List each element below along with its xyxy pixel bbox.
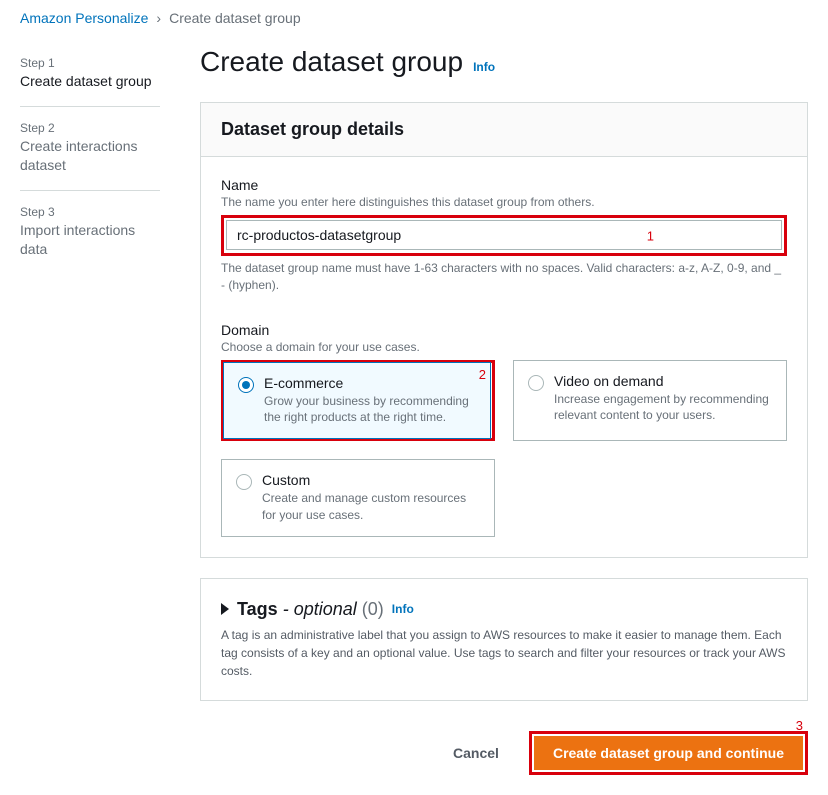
step-label: Step 1 [20, 56, 160, 70]
annotation-1: 1 [647, 228, 654, 243]
domain-tile-video[interactable]: Video on demand Increase engagement by r… [513, 360, 787, 442]
name-desc: The name you enter here distinguishes th… [221, 195, 787, 209]
tile-desc: Create and manage custom resources for y… [262, 490, 480, 524]
tags-desc: A tag is an administrative label that yo… [221, 626, 787, 680]
annotation-box-1: 1 [221, 215, 787, 256]
caret-right-icon[interactable] [221, 603, 229, 615]
tags-info-link[interactable]: Info [392, 602, 414, 616]
dataset-group-details-panel: Dataset group details Name The name you … [200, 102, 808, 558]
name-input[interactable] [226, 220, 782, 250]
chevron-right-icon: › [156, 10, 161, 26]
domain-label: Domain [221, 322, 787, 338]
info-link[interactable]: Info [473, 60, 495, 74]
tags-panel: Tags - optional (0) Info A tag is an adm… [200, 578, 808, 701]
step-title: Create dataset group [20, 72, 160, 92]
wizard-sidebar: Step 1 Create dataset group Step 2 Creat… [0, 36, 160, 795]
radio-icon [528, 375, 544, 391]
tile-desc: Increase engagement by recommending rele… [554, 391, 772, 425]
cancel-button[interactable]: Cancel [435, 737, 517, 769]
tile-desc: Grow your business by recommending the r… [264, 393, 476, 427]
breadcrumb-current: Create dataset group [169, 10, 301, 26]
step-label: Step 2 [20, 121, 160, 135]
domain-tile-custom[interactable]: Custom Create and manage custom resource… [221, 459, 495, 537]
annotation-3: 3 [796, 718, 803, 733]
name-help: The dataset group name must have 1-63 ch… [221, 260, 787, 294]
annotation-box-2: E-commerce Grow your business by recomme… [221, 360, 495, 442]
domain-desc: Choose a domain for your use cases. [221, 340, 787, 354]
step-title: Import interactions data [20, 221, 160, 260]
optional-label: - optional [283, 599, 357, 619]
tile-title: Video on demand [554, 373, 772, 389]
step-title: Create interactions dataset [20, 137, 160, 176]
panel-heading: Dataset group details [221, 119, 787, 140]
annotation-box-3: 3 Create dataset group and continue [529, 731, 808, 775]
step-2[interactable]: Step 2 Create interactions dataset [20, 121, 160, 191]
radio-icon [236, 474, 252, 490]
page-title: Create dataset group [200, 46, 463, 78]
step-label: Step 3 [20, 205, 160, 219]
tags-count: (0) [362, 599, 384, 619]
tile-title: Custom [262, 472, 480, 488]
tags-title: Tags - optional (0) [237, 599, 384, 620]
domain-tile-ecommerce[interactable]: E-commerce Grow your business by recomme… [223, 362, 491, 440]
breadcrumb: Amazon Personalize › Create dataset grou… [0, 0, 828, 36]
name-label: Name [221, 177, 787, 193]
create-dataset-group-button[interactable]: Create dataset group and continue [534, 736, 803, 770]
step-1[interactable]: Step 1 Create dataset group [20, 56, 160, 107]
annotation-2: 2 [479, 367, 486, 382]
step-3[interactable]: Step 3 Import interactions data [20, 205, 160, 274]
tile-title: E-commerce [264, 375, 476, 391]
radio-icon [238, 377, 254, 393]
breadcrumb-root[interactable]: Amazon Personalize [20, 10, 148, 26]
